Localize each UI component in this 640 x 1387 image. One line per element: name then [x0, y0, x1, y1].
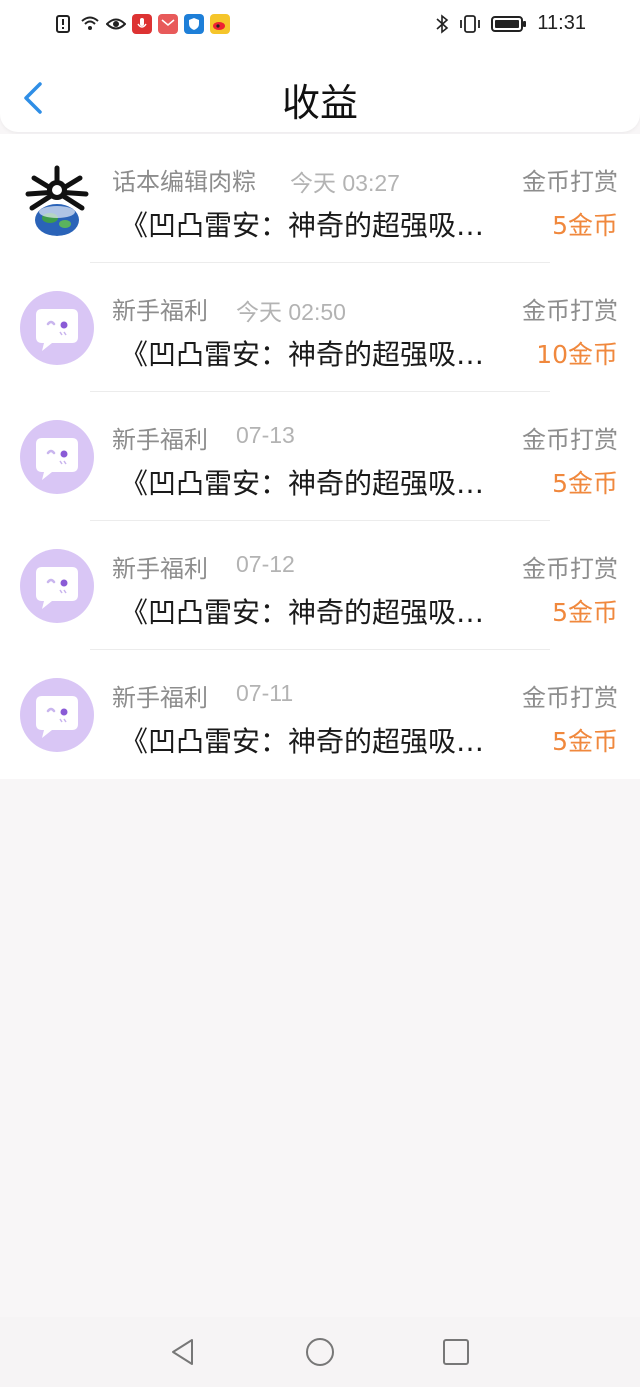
reward-type: 金币打赏: [522, 168, 618, 196]
sender-name: 新手福利: [112, 684, 208, 712]
sender-name: 新手福利: [112, 426, 208, 454]
chat-bubble-avatar: [20, 291, 94, 365]
earnings-list: 话本编辑肉粽 今天 03:27 金币打赏 《凹凸雷安：神奇的超强吸… 5金币 新…: [0, 134, 640, 779]
list-item[interactable]: 新手福利 今天 02:50 金币打赏 《凹凸雷安：神奇的超强吸… 10金币: [0, 263, 640, 392]
reward-amount: 5金币: [552, 469, 618, 498]
work-title: 《凹凸雷安：神奇的超强吸…: [120, 596, 485, 629]
item-time: 今天 02:50: [236, 299, 346, 325]
reward-type: 金币打赏: [522, 555, 618, 583]
reward-amount: 5金币: [552, 598, 618, 627]
list-item[interactable]: 新手福利 07-13 金币打赏 《凹凸雷安：神奇的超强吸… 5金币: [0, 392, 640, 521]
editor-avatar: [20, 162, 94, 236]
list-item[interactable]: 话本编辑肉粽 今天 03:27 金币打赏 《凹凸雷安：神奇的超强吸… 5金币: [0, 134, 640, 263]
status-left-icons: [54, 14, 230, 34]
battery-icon: [491, 15, 527, 32]
item-time: 今天 03:27: [290, 170, 400, 196]
vibrate-icon: [460, 14, 481, 33]
reward-type: 金币打赏: [522, 426, 618, 454]
back-triangle-icon[interactable]: [168, 1337, 198, 1367]
app-header: 收益: [0, 52, 640, 132]
chat-bubble-avatar: [20, 549, 94, 623]
sender-name: 新手福利: [112, 555, 208, 583]
alert-icon: [56, 15, 70, 33]
chat-bubble-icon: [36, 567, 78, 609]
chat-bubble-icon: [36, 438, 78, 480]
chat-bubble-icon: [36, 309, 78, 351]
status-bar: 11:31: [0, 0, 640, 52]
eye-icon: [106, 18, 126, 30]
chat-bubble-avatar: [20, 678, 94, 752]
weibo-icon: [210, 14, 230, 34]
work-title: 《凹凸雷安：神奇的超强吸…: [120, 725, 485, 758]
wifi-icon: [81, 16, 99, 30]
chat-bubble-icon: [36, 696, 78, 738]
status-time: 11:31: [537, 12, 586, 34]
work-title: 《凹凸雷安：神奇的超强吸…: [120, 209, 485, 242]
list-item[interactable]: 新手福利 07-12 金币打赏 《凹凸雷安：神奇的超强吸… 5金币: [0, 521, 640, 650]
work-title: 《凹凸雷安：神奇的超强吸…: [120, 467, 485, 500]
globe-mascot-icon: [20, 162, 94, 236]
reward-amount: 5金币: [552, 211, 618, 240]
status-right-icons: 11:31: [435, 12, 586, 35]
home-circle-icon[interactable]: [305, 1337, 335, 1367]
item-time: 07-13: [236, 422, 295, 448]
system-nav-bar: [0, 1317, 640, 1387]
mic-app-icon: [132, 14, 152, 34]
reward-type: 金币打赏: [522, 684, 618, 712]
reward-amount: 5金币: [552, 727, 618, 756]
work-title: 《凹凸雷安：神奇的超强吸…: [120, 338, 485, 371]
reward-amount: 10金币: [536, 340, 618, 369]
bluetooth-icon: [436, 13, 449, 34]
item-time: 07-11: [236, 680, 294, 706]
shield-app-icon: [184, 14, 204, 34]
reward-type: 金币打赏: [522, 297, 618, 325]
sender-name: 新手福利: [112, 297, 208, 325]
page-title: 收益: [281, 81, 358, 125]
item-time: 07-12: [236, 551, 295, 577]
recents-square-icon[interactable]: [441, 1337, 471, 1367]
chat-bubble-avatar: [20, 420, 94, 494]
list-item[interactable]: 新手福利 07-11 金币打赏 《凹凸雷安：神奇的超强吸… 5金币: [0, 650, 640, 779]
mail-app-icon: [158, 14, 178, 34]
sender-name: 话本编辑肉粽: [112, 168, 256, 196]
